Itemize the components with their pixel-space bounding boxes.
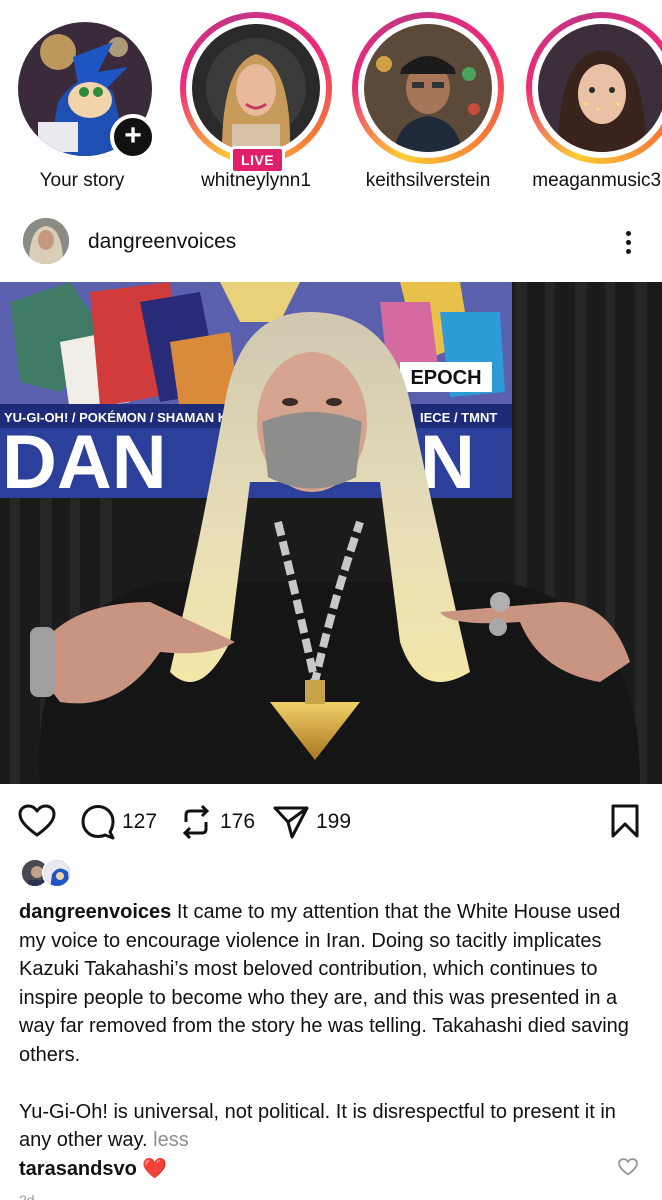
liker-avatar — [42, 858, 72, 888]
repost-button[interactable]: 176 — [178, 804, 255, 840]
comment-time: 2d — [19, 1192, 35, 1200]
story-ring — [526, 12, 662, 164]
share-count: 199 — [316, 810, 352, 833]
story-label: keithsilverstein — [365, 170, 491, 191]
comment-like-button[interactable] — [618, 1158, 638, 1181]
heart-icon — [18, 804, 56, 837]
comment-username[interactable]: tarasandsvo — [19, 1158, 137, 1180]
like-button[interactable] — [18, 804, 56, 838]
story-avatar — [538, 24, 662, 152]
add-story-plus-icon[interactable]: + — [110, 114, 156, 160]
comment-text: ❤️ — [142, 1158, 168, 1180]
banner-name-left: DAN — [2, 420, 167, 505]
story-label: meaganmusic32 — [532, 170, 662, 191]
story-ring — [352, 12, 504, 164]
liked-by-avatars[interactable] — [20, 858, 80, 892]
less-link[interactable]: less — [153, 1129, 189, 1151]
repost-icon — [182, 804, 210, 840]
comment-icon — [81, 805, 115, 840]
caption-text: It came to my attention that the White H… — [19, 901, 629, 1066]
post-author-username[interactable]: dangreenvoices — [88, 230, 236, 254]
story-avatar — [192, 24, 320, 152]
story-avatar — [364, 24, 492, 152]
post-header: dangreenvoices — [0, 218, 662, 268]
heart-outline-icon — [618, 1158, 638, 1176]
caption-text-2: Yu-Gi-Oh! is universal, not political. I… — [19, 1100, 616, 1152]
save-button[interactable] — [610, 804, 640, 843]
bookmark-icon — [611, 804, 639, 838]
post-actions-bar: 127 176 199 — [0, 800, 662, 844]
story-ring — [180, 12, 332, 164]
story-label: whitneylynn1 — [201, 170, 311, 191]
post-photo[interactable]: EPOCH YU-GI-OH! / POKÉMON / SHAMAN K IEC… — [0, 282, 662, 784]
caption-username[interactable]: dangreenvoices — [19, 901, 171, 923]
comment-count: 127 — [122, 810, 158, 833]
send-icon — [273, 806, 309, 839]
post-caption: dangreenvoices It came to my attention t… — [19, 898, 647, 1155]
banner-agency-text: EPOCH — [410, 367, 481, 389]
story-label: Your story — [39, 170, 125, 191]
repost-count: 176 — [220, 810, 256, 833]
comment-row: tarasandsvo ❤️ — [19, 1156, 639, 1181]
stories-tray: + Your story LIVE whitneylynn1 keithsilv… — [0, 0, 662, 205]
comment-button[interactable]: 127 — [80, 804, 157, 840]
more-vertical-icon[interactable] — [618, 228, 638, 258]
post-author-avatar[interactable] — [23, 218, 69, 264]
share-button[interactable]: 199 — [272, 804, 351, 840]
